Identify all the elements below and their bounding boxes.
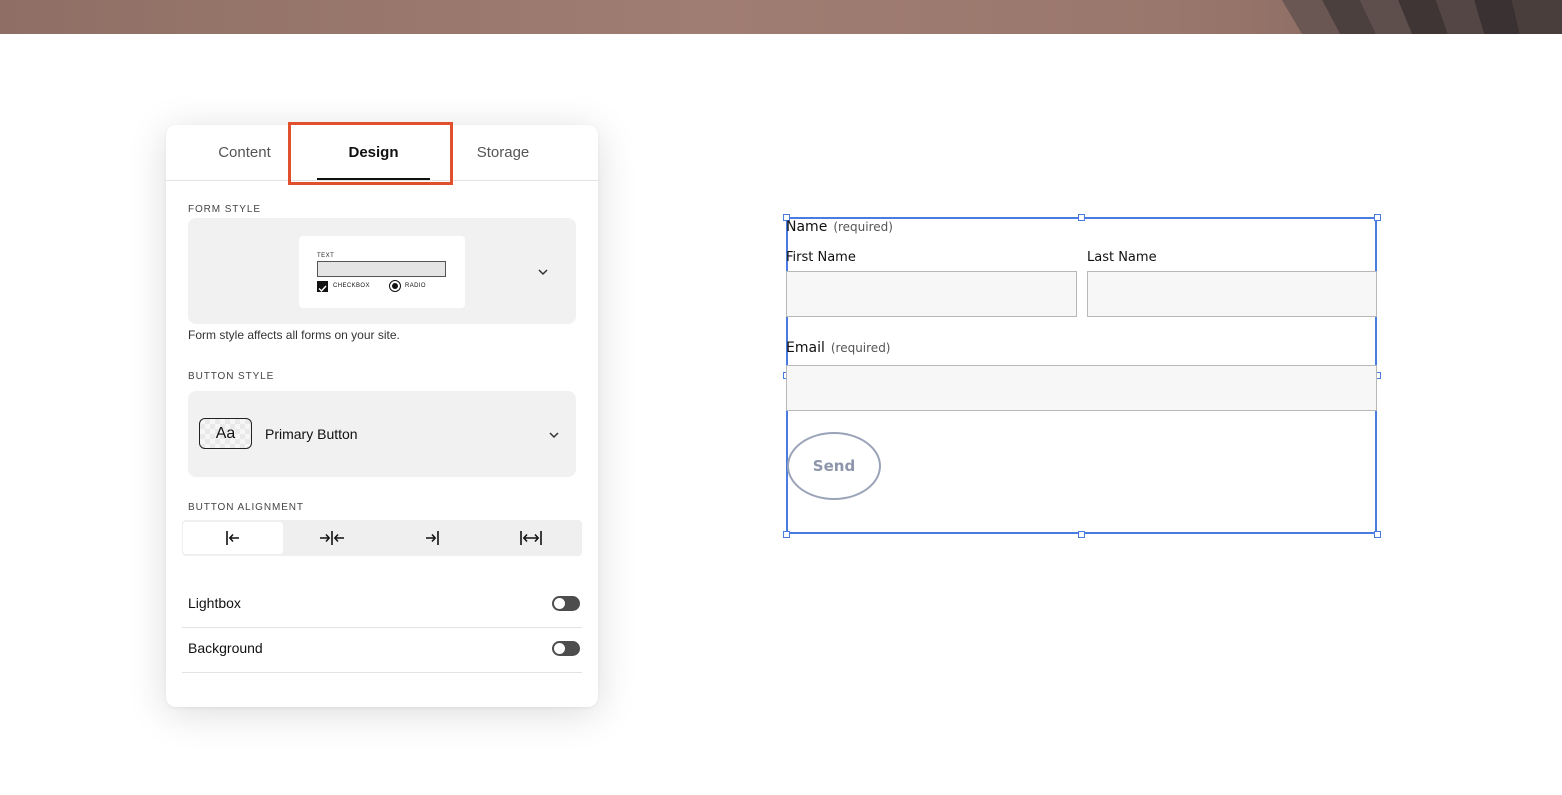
chevron-down-icon bbox=[538, 269, 548, 276]
align-center-button[interactable] bbox=[282, 522, 382, 554]
button-style-select[interactable]: Aa Primary Button bbox=[188, 391, 576, 477]
email-field-label: Email (required) bbox=[786, 340, 891, 356]
banner-decoration bbox=[1282, 0, 1562, 34]
button-style-heading: BUTTON STYLE bbox=[188, 371, 275, 382]
name-field-label: Name (required) bbox=[786, 219, 893, 235]
active-tab-indicator bbox=[317, 178, 430, 180]
resize-handle-bottom-right[interactable] bbox=[1374, 531, 1381, 538]
email-input[interactable] bbox=[786, 365, 1377, 411]
form-style-select[interactable]: TEXT CHECKBOX RADIO bbox=[188, 218, 576, 324]
send-button[interactable]: Send bbox=[787, 432, 881, 500]
align-center-icon bbox=[320, 531, 344, 545]
lightbox-label: Lightbox bbox=[188, 595, 241, 611]
preview-radio-icon bbox=[389, 280, 401, 292]
resize-handle-top-right[interactable] bbox=[1374, 214, 1381, 221]
tab-design[interactable]: Design bbox=[317, 125, 430, 180]
preview-radio-label: RADIO bbox=[405, 283, 427, 289]
last-name-label: Last Name bbox=[1087, 250, 1157, 265]
header-banner-image bbox=[0, 0, 1562, 34]
email-required-text: (required) bbox=[830, 341, 891, 355]
preview-text-label: TEXT bbox=[317, 253, 335, 259]
preview-checkbox-label: CHECKBOX bbox=[333, 283, 370, 289]
align-right-button[interactable] bbox=[382, 522, 482, 554]
first-name-input[interactable] bbox=[786, 271, 1077, 317]
form-settings-panel: Content Design Storage FORM STYLE TEXT C… bbox=[166, 125, 598, 707]
background-row: Background bbox=[182, 627, 582, 673]
align-stretch-icon bbox=[520, 531, 542, 545]
align-stretch-button[interactable] bbox=[481, 522, 581, 554]
align-right-icon bbox=[426, 531, 439, 545]
button-alignment-control bbox=[182, 520, 582, 556]
email-label-text: Email bbox=[786, 340, 825, 356]
resize-handle-bottom-left[interactable] bbox=[783, 531, 790, 538]
name-label-text: Name bbox=[786, 219, 828, 235]
resize-handle-bottom[interactable] bbox=[1078, 531, 1085, 538]
tab-bar: Content Design Storage bbox=[166, 125, 598, 181]
name-required-text: (required) bbox=[833, 220, 893, 234]
lightbox-row: Lightbox bbox=[182, 582, 582, 628]
background-toggle[interactable] bbox=[552, 641, 580, 656]
align-left-icon bbox=[226, 531, 239, 545]
form-style-preview: TEXT CHECKBOX RADIO bbox=[299, 236, 465, 308]
chevron-down-icon bbox=[549, 432, 559, 439]
button-style-value: Primary Button bbox=[265, 426, 358, 442]
preview-checkbox-icon bbox=[317, 281, 328, 293]
button-style-swatch: Aa bbox=[199, 418, 252, 449]
form-style-heading: FORM STYLE bbox=[188, 204, 261, 215]
last-name-input[interactable] bbox=[1087, 271, 1377, 317]
tab-storage[interactable]: Storage bbox=[446, 125, 560, 180]
preview-text-input bbox=[317, 261, 446, 277]
form-style-helper-text: Form style affects all forms on your sit… bbox=[188, 328, 400, 342]
tab-content[interactable]: Content bbox=[196, 125, 293, 180]
background-label: Background bbox=[188, 640, 263, 656]
lightbox-toggle[interactable] bbox=[552, 596, 580, 611]
first-name-label: First Name bbox=[786, 250, 856, 265]
button-alignment-heading: BUTTON ALIGNMENT bbox=[188, 502, 304, 513]
resize-handle-top[interactable] bbox=[1078, 214, 1085, 221]
align-left-button[interactable] bbox=[183, 522, 283, 554]
